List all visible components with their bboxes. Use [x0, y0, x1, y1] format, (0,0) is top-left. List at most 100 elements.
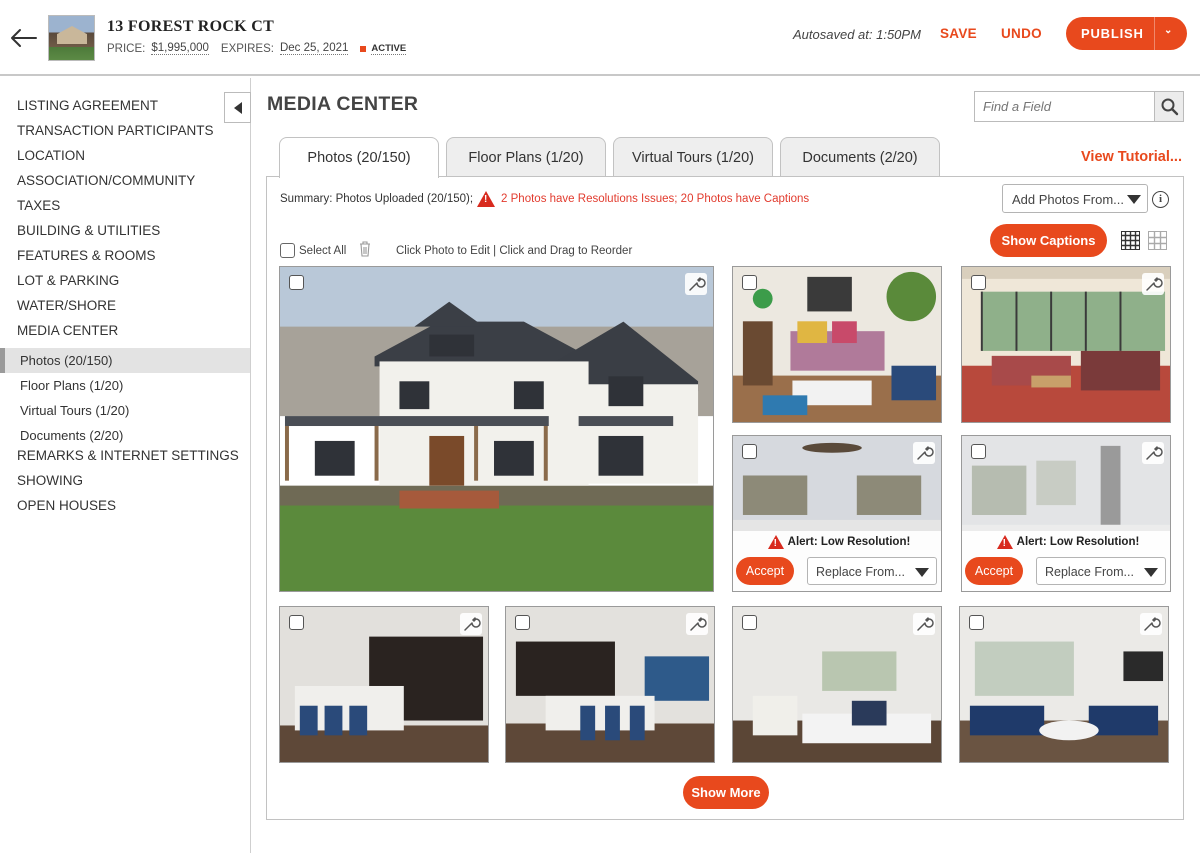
photo-tile-living-room-3[interactable]	[959, 606, 1169, 763]
info-icon[interactable]: i	[1152, 191, 1169, 208]
sidebar-item-remarks[interactable]: REMARKS & INTERNET SETTINGS	[17, 448, 239, 463]
low-resolution-alert: Alert: Low Resolution! Accept Replace Fr…	[733, 531, 941, 591]
save-button[interactable]: SAVE	[940, 26, 977, 41]
sidebar-item-listing-agreement[interactable]: LISTING AGREEMENT	[17, 98, 158, 113]
sidebar: LISTING AGREEMENT TRANSACTION PARTICIPAN…	[0, 78, 251, 853]
tab-floor-plans[interactable]: Floor Plans (1/20)	[446, 137, 606, 177]
show-captions-button[interactable]: Show Captions	[990, 224, 1107, 257]
select-all-label: Select All	[299, 244, 347, 257]
search-icon	[1161, 98, 1179, 116]
autosave-status: Autosaved at: 1:50PM	[793, 27, 921, 42]
photo-tile-low-res-2[interactable]: Alert: Low Resolution! Accept Replace Fr…	[961, 435, 1171, 592]
listing-meta: PRICE: $1,995,000 EXPIRES: Dec 25, 2021 …	[107, 42, 407, 55]
sunroom-photo	[962, 267, 1170, 422]
tab-photos[interactable]: Photos (20/150)	[279, 137, 439, 178]
replace-label: Replace From...	[1045, 565, 1134, 579]
wrench-icon[interactable]	[913, 442, 935, 464]
caret-down-icon	[1144, 568, 1158, 577]
tab-virtual-tours[interactable]: Virtual Tours (1/20)	[613, 137, 773, 177]
wrench-icon[interactable]	[1142, 442, 1164, 464]
sidebar-item-transaction-participants[interactable]: TRANSACTION PARTICIPANTS	[17, 123, 214, 138]
warning-icon	[477, 191, 496, 207]
sidebar-item-showing[interactable]: SHOWING	[17, 473, 83, 488]
select-all-checkbox[interactable]	[280, 243, 295, 258]
kitchen-photo	[506, 607, 714, 762]
sidebar-item-taxes[interactable]: TAXES	[17, 198, 60, 213]
grid-small-view-icon[interactable]	[1148, 231, 1167, 250]
living-room-photo	[960, 607, 1168, 762]
photo-tile-living-room-1[interactable]	[732, 266, 942, 423]
chevron-down-icon[interactable]: ⌄	[1164, 25, 1173, 36]
trash-icon[interactable]	[359, 241, 371, 257]
exterior-photo	[280, 267, 713, 591]
photo-tile-kitchen-1[interactable]	[279, 606, 489, 763]
alert-message: Alert: Low Resolution!	[733, 535, 941, 549]
accept-button[interactable]: Accept	[736, 557, 794, 585]
sidebar-item-lot-parking[interactable]: LOT & PARKING	[17, 273, 119, 288]
grid-large-view-icon[interactable]	[1121, 231, 1140, 250]
photo-tile-kitchen-2[interactable]	[505, 606, 715, 763]
publish-button[interactable]: PUBLISH ⌄	[1066, 17, 1187, 50]
photo-checkbox[interactable]	[289, 275, 304, 290]
replace-from-dropdown[interactable]: Replace From...	[1036, 557, 1166, 585]
photo-checkbox[interactable]	[289, 615, 304, 630]
sidebar-subitem-floor-plans[interactable]: Floor Plans (1/20)	[0, 373, 250, 398]
wrench-icon[interactable]	[685, 273, 707, 295]
photo-checkbox[interactable]	[971, 444, 986, 459]
photo-checkbox[interactable]	[969, 615, 984, 630]
photo-checkbox[interactable]	[742, 615, 757, 630]
photo-tile-living-room-2[interactable]	[732, 606, 942, 763]
photo-tile-sunroom[interactable]	[961, 266, 1171, 423]
sidebar-item-location[interactable]: LOCATION	[17, 148, 85, 163]
photo-checkbox[interactable]	[515, 615, 530, 630]
find-field-input[interactable]	[975, 92, 1155, 121]
replace-label: Replace From...	[816, 565, 905, 579]
summary-warning: 2 Photos have Resolutions Issues; 20 Pho…	[501, 193, 810, 205]
sidebar-item-open-houses[interactable]: OPEN HOUSES	[17, 498, 116, 513]
low-resolution-alert: Alert: Low Resolution! Accept Replace Fr…	[962, 531, 1170, 591]
status-badge: ACTIVE	[371, 42, 407, 55]
undo-button[interactable]: UNDO	[1001, 26, 1042, 41]
back-arrow-icon[interactable]	[8, 24, 38, 52]
photo-checkbox[interactable]	[742, 444, 757, 459]
sidebar-subitem-photos[interactable]: Photos (20/150)	[0, 348, 250, 373]
sidebar-item-association[interactable]: ASSOCIATION/COMMUNITY	[17, 173, 195, 188]
living-room-photo	[733, 607, 941, 762]
sidebar-item-building-utilities[interactable]: BUILDING & UTILITIES	[17, 223, 160, 238]
publish-divider	[1154, 17, 1155, 50]
caret-down-icon	[1127, 195, 1141, 204]
alert-text: Alert: Low Resolution!	[1016, 536, 1140, 548]
collapse-sidebar-button[interactable]	[224, 92, 251, 123]
warning-icon	[996, 535, 1013, 549]
listing-thumbnail	[48, 15, 95, 61]
accept-button[interactable]: Accept	[965, 557, 1023, 585]
wrench-icon[interactable]	[913, 613, 935, 635]
living-room-photo	[733, 267, 941, 422]
wrench-icon[interactable]	[1142, 273, 1164, 295]
kitchen-photo	[280, 607, 488, 762]
search-button[interactable]	[1154, 92, 1183, 121]
sidebar-subitem-virtual-tours[interactable]: Virtual Tours (1/20)	[0, 398, 250, 423]
wrench-icon[interactable]	[1140, 613, 1162, 635]
view-tutorial-link[interactable]: View Tutorial...	[1081, 149, 1182, 165]
replace-from-dropdown[interactable]: Replace From...	[807, 557, 937, 585]
tab-documents[interactable]: Documents (2/20)	[780, 137, 940, 177]
photo-checkbox[interactable]	[971, 275, 986, 290]
add-photos-label: Add Photos From...	[1012, 192, 1124, 207]
sidebar-item-water-shore[interactable]: WATER/SHORE	[17, 298, 116, 313]
top-header: 13 FOREST ROCK CT PRICE: $1,995,000 EXPI…	[0, 0, 1200, 76]
add-photos-dropdown[interactable]: Add Photos From...	[1002, 184, 1148, 213]
sidebar-item-features-rooms[interactable]: FEATURES & ROOMS	[17, 248, 156, 263]
wrench-icon[interactable]	[686, 613, 708, 635]
photo-checkbox[interactable]	[742, 275, 757, 290]
caret-down-icon	[915, 568, 929, 577]
photo-tile-exterior[interactable]	[279, 266, 714, 592]
sidebar-item-media-center[interactable]: MEDIA CENTER	[17, 323, 118, 338]
select-all[interactable]: Select All	[280, 243, 346, 258]
wrench-icon[interactable]	[460, 613, 482, 635]
sidebar-subitem-documents[interactable]: Documents (2/20)	[0, 423, 250, 448]
photo-tile-low-res-1[interactable]: Alert: Low Resolution! Accept Replace Fr…	[732, 435, 942, 592]
status-indicator	[360, 45, 367, 52]
show-more-button[interactable]: Show More	[683, 776, 769, 809]
price-label: PRICE:	[107, 42, 146, 55]
